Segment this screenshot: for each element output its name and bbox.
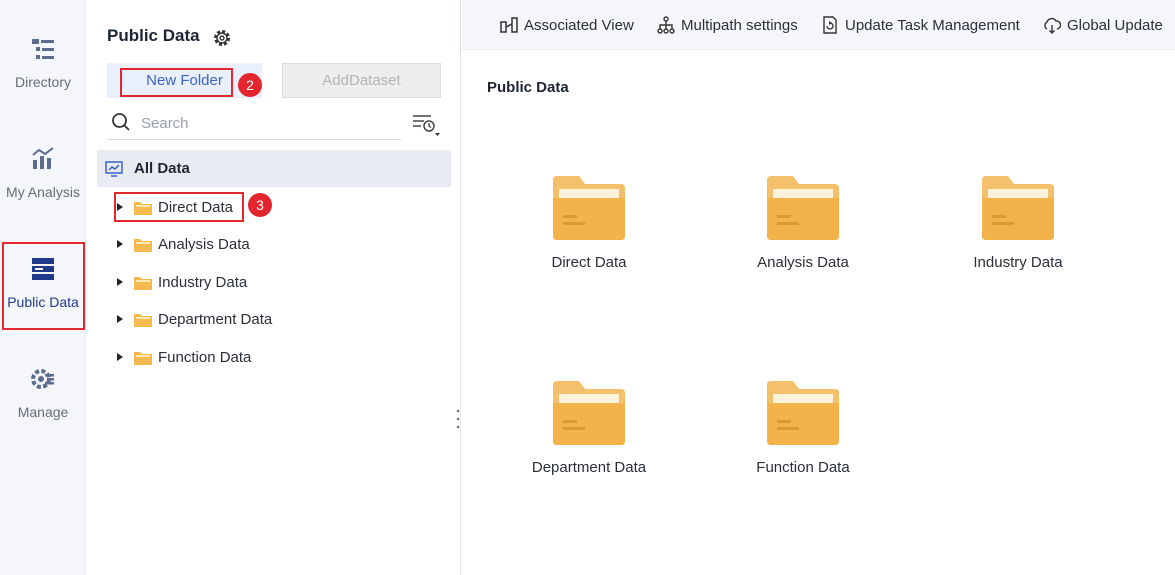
folder-icon [134,313,152,327]
folder-icon [553,381,625,445]
search-bar [107,108,401,140]
global-update-button[interactable]: Global Update [1043,14,1163,36]
tree-item-department-data[interactable]: Department Data [115,304,272,334]
folder-icon [134,201,152,215]
task-document-icon [823,16,837,34]
search-input[interactable] [139,110,394,136]
toolbar-label: Update Task Management [845,16,1020,34]
tree-item-analysis-data[interactable]: Analysis Data [115,229,250,259]
directory-icon [30,36,56,62]
associated-view-button[interactable]: Associated View [500,14,634,36]
folder-icon [134,351,152,365]
caret-right-icon[interactable] [115,239,125,249]
main-title: Public Data [487,79,569,96]
tree-root-label: All Data [134,160,190,177]
tree-root-all-data[interactable]: All Data [97,150,451,187]
tree-item-label: Department Data [158,310,273,328]
folder-icon [553,176,625,240]
folder-label: Industry Data [973,254,1063,271]
caret-right-icon[interactable] [115,277,125,287]
toolbar: Associated View Multipath settings Updat… [462,0,1175,50]
multipath-tree-icon [657,16,675,34]
highlight-box-public-data [2,242,85,330]
multipath-settings-button[interactable]: Multipath settings [657,14,798,36]
folder-icon [982,176,1054,240]
monitor-chart-icon [105,160,123,177]
folder-card-function-data[interactable]: Function Data [718,381,888,496]
step-badge-3: 3 [248,193,272,217]
rail-item-manage[interactable]: Manage [0,366,86,420]
caret-right-icon[interactable] [115,314,125,324]
tree-item-label: Industry Data [158,273,248,291]
settings-gear-icon[interactable] [212,28,232,48]
tree-item-function-data[interactable]: Function Data [115,342,251,372]
rail-label: Directory [14,74,71,90]
tree-item-label: Function Data [158,348,252,366]
analysis-chart-icon [30,146,56,172]
caret-right-icon[interactable] [115,202,125,212]
step-badge-2: 2 [238,73,262,97]
toolbar-label: Multipath settings [681,16,798,34]
folder-icon [767,381,839,445]
tree-item-industry-data[interactable]: Industry Data [115,267,247,297]
tree-item-label: Analysis Data [158,235,250,253]
rail-item-my-analysis[interactable]: My Analysis [0,146,86,200]
search-icon [112,113,130,131]
rail-label: Manage [17,404,69,420]
folder-card-direct-data[interactable]: Direct Data [504,176,674,291]
folder-label: Department Data [531,459,647,476]
folder-icon [134,276,152,290]
manage-gear-icon [30,366,56,392]
folder-card-industry-data[interactable]: Industry Data [933,176,1103,291]
main-content: Associated View Multipath settings Updat… [462,0,1175,575]
tree-item-label: Direct Data [158,198,234,216]
update-task-management-button[interactable]: Update Task Management [821,14,1020,36]
folder-label: Function Data [756,459,850,476]
rail-item-directory[interactable]: Directory [0,36,86,90]
associated-view-icon [500,17,518,33]
caret-right-icon[interactable] [115,352,125,362]
filter-history-icon[interactable] [411,112,441,138]
rail-label: My Analysis [6,184,80,200]
toolbar-label: Associated View [524,16,634,34]
folder-card-department-data[interactable]: Department Data [504,381,674,496]
data-tree-panel: Public Data New Folder 2 AddDataset All … [87,0,461,575]
tree-item-direct-data[interactable]: Direct Data [115,192,233,222]
panel-title: Public Data [107,26,200,45]
folder-card-analysis-data[interactable]: Analysis Data [718,176,888,291]
folder-icon [767,176,839,240]
toolbar-label: Global Update [1067,16,1163,34]
add-dataset-button[interactable]: AddDataset [282,63,441,98]
folder-label: Direct Data [551,254,627,271]
folder-icon [134,238,152,252]
folder-label: Analysis Data [757,254,849,271]
cloud-update-icon [1044,17,1061,34]
